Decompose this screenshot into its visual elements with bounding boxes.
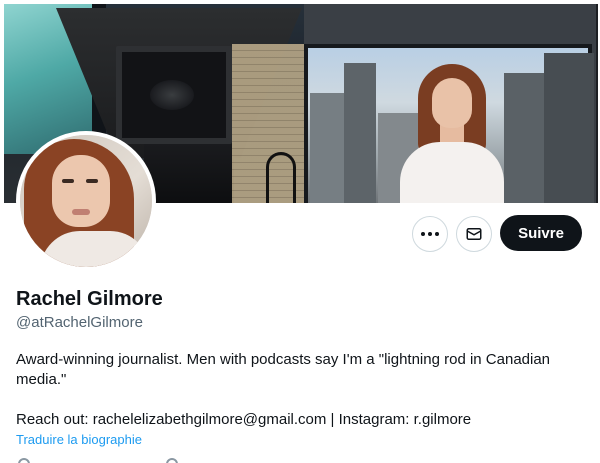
banner-camera-stand [144, 144, 234, 203]
profile-avatar[interactable] [16, 131, 156, 271]
avatar-eye [86, 179, 98, 183]
profile-meta-row-cropped [16, 456, 216, 463]
banner-building [344, 63, 376, 203]
bio-line: media." [16, 371, 67, 388]
profile-display-name: Rachel Gilmore [16, 288, 163, 310]
avatar-lips [72, 209, 90, 215]
dot [435, 232, 439, 236]
avatar-eye [62, 179, 74, 183]
bio-line: Award-winning journalist. Men with podca… [16, 351, 551, 368]
calendar-icon [166, 458, 178, 463]
banner-presenter-face [432, 78, 472, 128]
profile-bio: Award-winning journalist. Men with podca… [16, 350, 588, 430]
banner-cable [266, 152, 296, 203]
banner-building [544, 53, 594, 203]
location-icon [18, 458, 30, 463]
banner-presenter-body [400, 142, 504, 203]
mail-icon [466, 228, 482, 240]
dot [428, 232, 432, 236]
avatar-face [52, 155, 110, 227]
more-dots-icon [421, 232, 439, 236]
profile-page: Suivre Rachel Gilmore @atRachelGilmore A… [0, 0, 600, 463]
banner-city-screen [304, 44, 594, 203]
follow-button[interactable]: Suivre [500, 215, 582, 251]
bio-spacer [16, 390, 588, 410]
banner-teleprompter [116, 46, 232, 144]
bio-contact-line: Reach out: rachelelizabethgilmore@gmail.… [16, 411, 472, 428]
profile-handle: @atRachelGilmore [16, 314, 143, 331]
translate-bio-link[interactable]: Traduire la biographie [16, 432, 142, 447]
dot [421, 232, 425, 236]
more-options-button[interactable] [412, 216, 448, 252]
message-button[interactable] [456, 216, 492, 252]
banner-presenter [392, 64, 512, 203]
